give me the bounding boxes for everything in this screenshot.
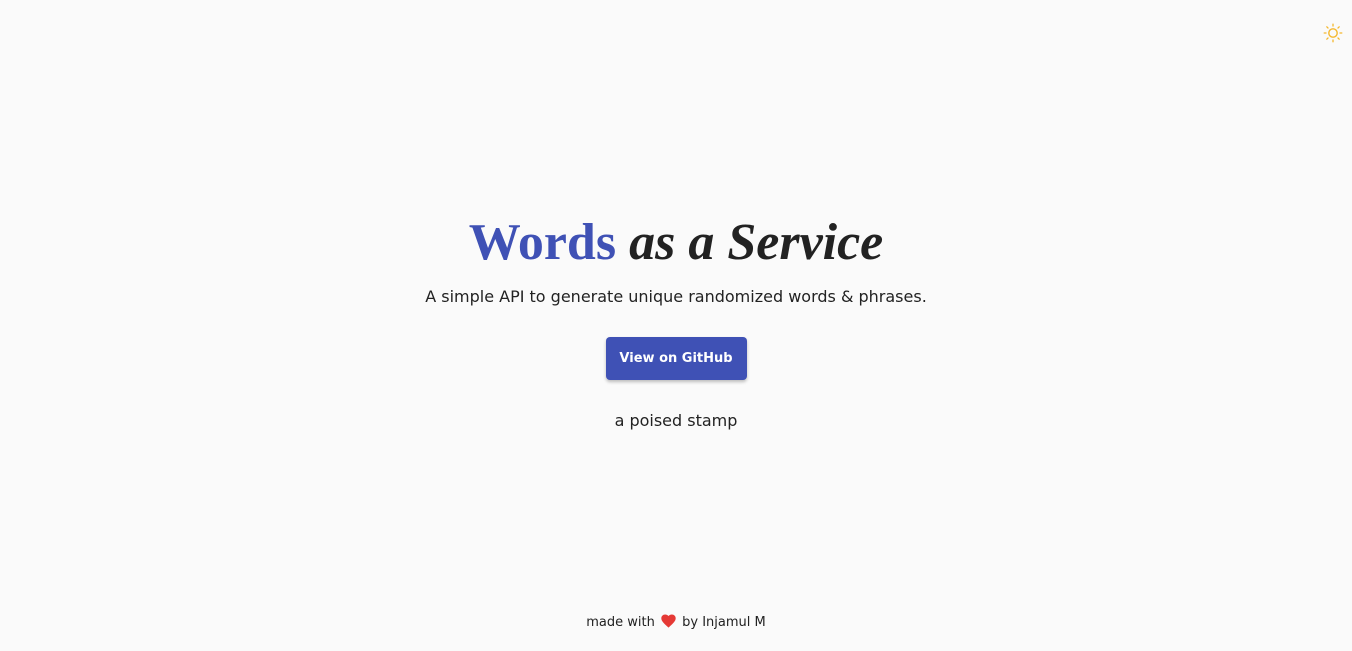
footer-prefix: made with	[586, 615, 655, 630]
heart-icon	[661, 614, 676, 635]
sun-icon	[1323, 23, 1343, 43]
footer-suffix: by Injamul M	[682, 615, 766, 630]
page-subtitle: A simple API to generate unique randomiz…	[425, 287, 927, 306]
view-on-github-button[interactable]: View on GitHub	[605, 337, 747, 380]
hero-section: Words as a Service A simple API to gener…	[0, 210, 1352, 432]
footer: made with by Injamul M	[0, 613, 1352, 635]
theme-toggle-button[interactable]	[1322, 22, 1344, 44]
title-accent: Words	[468, 214, 617, 271]
generated-phrase: a poised stamp	[614, 411, 738, 430]
title-rest: as a Service	[629, 214, 884, 271]
page-title: Words as a Service	[0, 210, 1352, 276]
